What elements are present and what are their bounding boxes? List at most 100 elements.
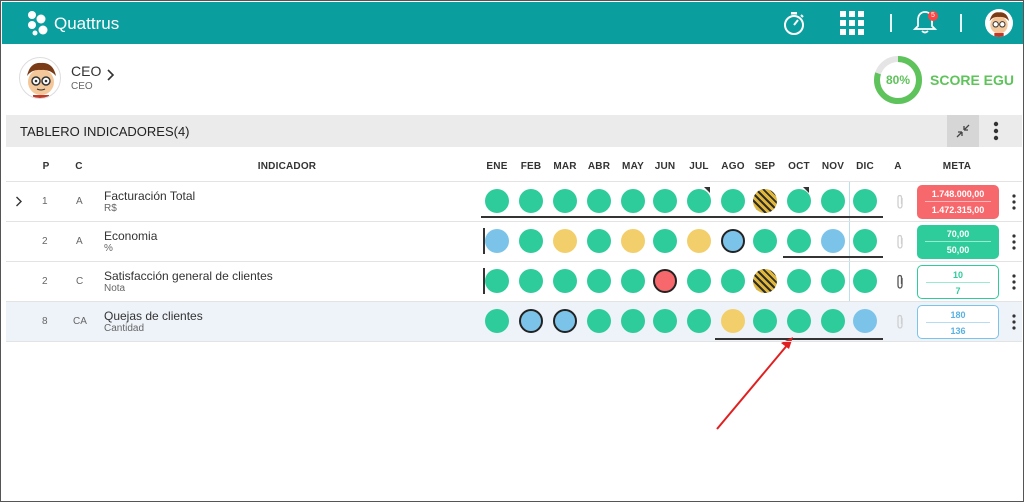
score-label: SCORE EGU xyxy=(930,72,1015,88)
column-header-month: ABR xyxy=(587,161,611,172)
month-status-dot[interactable] xyxy=(621,269,645,293)
month-status-dot[interactable] xyxy=(519,269,543,293)
meta-divider xyxy=(925,201,991,202)
month-status-dot[interactable] xyxy=(821,229,845,253)
divider xyxy=(890,14,892,32)
chevron-right-icon[interactable] xyxy=(15,196,23,207)
month-status-dot[interactable] xyxy=(553,229,577,253)
month-status-dot[interactable] xyxy=(485,269,509,293)
month-status-dot[interactable] xyxy=(587,309,611,333)
month-status-dot[interactable] xyxy=(821,309,845,333)
month-status-dot[interactable] xyxy=(687,269,711,293)
month-status-dot[interactable] xyxy=(519,309,543,333)
column-header-month: ENE xyxy=(486,161,508,172)
profile-avatar[interactable] xyxy=(19,57,61,99)
meta-actual: 7 xyxy=(955,286,961,296)
month-status-dot[interactable] xyxy=(519,229,543,253)
indicator-unit: % xyxy=(104,243,113,254)
column-header-a: A xyxy=(894,161,902,172)
user-face-icon xyxy=(989,12,1009,37)
month-status-dot[interactable] xyxy=(787,229,811,253)
table-row[interactable]: 1 A Facturación Total R$ 1.748.000,00 1.472.3… xyxy=(6,181,1022,221)
month-status-dot[interactable] xyxy=(653,229,677,253)
column-header-month: MAY xyxy=(622,161,644,172)
indicator-name[interactable]: Facturación Total xyxy=(104,189,195,203)
note-corner-marker xyxy=(704,187,710,193)
month-status-dot[interactable] xyxy=(653,189,677,213)
period-underline xyxy=(783,256,883,258)
column-header-indicator: INDICADOR xyxy=(257,161,317,172)
month-status-dot[interactable] xyxy=(687,229,711,253)
kebab-menu-icon[interactable] xyxy=(1011,194,1017,210)
month-status-dot[interactable] xyxy=(653,309,677,333)
month-status-dot[interactable] xyxy=(787,309,811,333)
month-status-dot[interactable] xyxy=(753,229,777,253)
paperclip-icon[interactable] xyxy=(895,314,905,330)
month-status-dot[interactable] xyxy=(753,269,777,293)
kebab-menu-icon[interactable] xyxy=(1011,234,1017,250)
kebab-menu-icon[interactable] xyxy=(991,121,1001,141)
brand-name: Quattrus xyxy=(54,14,120,33)
month-status-dot[interactable] xyxy=(621,229,645,253)
month-status-dot[interactable] xyxy=(821,269,845,293)
month-status-dot[interactable] xyxy=(821,189,845,213)
month-status-dot[interactable] xyxy=(553,309,577,333)
month-status-dot[interactable] xyxy=(753,309,777,333)
indicator-name[interactable]: Economia xyxy=(104,229,157,243)
month-status-dot[interactable] xyxy=(621,309,645,333)
month-status-dot[interactable] xyxy=(587,269,611,293)
indicator-name[interactable]: Satisfacción general de clientes xyxy=(104,269,273,283)
month-status-dot[interactable] xyxy=(787,269,811,293)
collapse-button[interactable] xyxy=(947,115,979,147)
notifications-button[interactable]: 5 xyxy=(912,9,940,37)
meta-box[interactable]: 1.748.000,00 1.472.315,00 xyxy=(917,185,999,219)
month-status-dot[interactable] xyxy=(553,189,577,213)
month-status-dot[interactable] xyxy=(721,309,745,333)
paperclip-icon[interactable] xyxy=(895,194,905,210)
meta-actual: 50,00 xyxy=(946,245,970,255)
column-header-month: MAR xyxy=(553,161,577,172)
column-header-c: C xyxy=(75,161,83,172)
grid-icon[interactable] xyxy=(840,11,864,35)
quattrus-logo-icon[interactable] xyxy=(26,10,50,36)
month-status-dot[interactable] xyxy=(853,229,877,253)
meta-divider xyxy=(925,241,991,242)
user-role: CEO xyxy=(71,63,102,79)
month-status-dot[interactable] xyxy=(853,269,877,293)
kebab-menu-icon[interactable] xyxy=(1011,314,1017,330)
meta-box[interactable]: 180 136 xyxy=(917,305,999,339)
table-row[interactable]: 2 C Satisfacción general de clientes Nota 10… xyxy=(6,261,1022,301)
table-row[interactable]: 8 CA Quejas de clientes Cantidad 180 136 xyxy=(6,301,1022,341)
table-row[interactable]: 2 A Economia% 70,00 50,00 xyxy=(6,221,1022,261)
month-status-dot[interactable] xyxy=(485,189,509,213)
month-status-dot[interactable] xyxy=(687,309,711,333)
month-status-dot[interactable] xyxy=(519,189,543,213)
month-status-dot[interactable] xyxy=(753,189,777,213)
month-status-dot[interactable] xyxy=(621,189,645,213)
column-header-month: DIC xyxy=(856,161,874,172)
meta-box[interactable]: 70,00 50,00 xyxy=(917,225,999,259)
meta-actual: 136 xyxy=(950,326,966,336)
meta-box[interactable]: 10 7 xyxy=(917,265,999,299)
month-status-dot[interactable] xyxy=(485,309,509,333)
month-status-dot[interactable] xyxy=(721,269,745,293)
paperclip-icon[interactable] xyxy=(895,234,905,250)
stopwatch-icon[interactable] xyxy=(782,10,806,36)
month-status-dot[interactable] xyxy=(587,229,611,253)
month-status-dot[interactable] xyxy=(587,189,611,213)
month-status-dot[interactable] xyxy=(853,189,877,213)
month-status-dot[interactable] xyxy=(721,229,745,253)
month-status-dot[interactable] xyxy=(653,269,677,293)
paperclip-icon[interactable] xyxy=(895,274,905,290)
collapse-arrows-icon xyxy=(956,124,970,138)
section-header: TABLERO INDICADORES(4) xyxy=(6,115,1022,147)
period-start-marker xyxy=(483,228,485,254)
chevron-right-icon[interactable] xyxy=(106,69,116,81)
month-status-dot[interactable] xyxy=(485,229,509,253)
kebab-menu-icon[interactable] xyxy=(1011,274,1017,290)
indicator-name[interactable]: Quejas de clientes xyxy=(104,309,203,323)
avatar[interactable] xyxy=(985,9,1013,37)
month-status-dot[interactable] xyxy=(553,269,577,293)
month-status-dot[interactable] xyxy=(721,189,745,213)
month-status-dot[interactable] xyxy=(853,309,877,333)
